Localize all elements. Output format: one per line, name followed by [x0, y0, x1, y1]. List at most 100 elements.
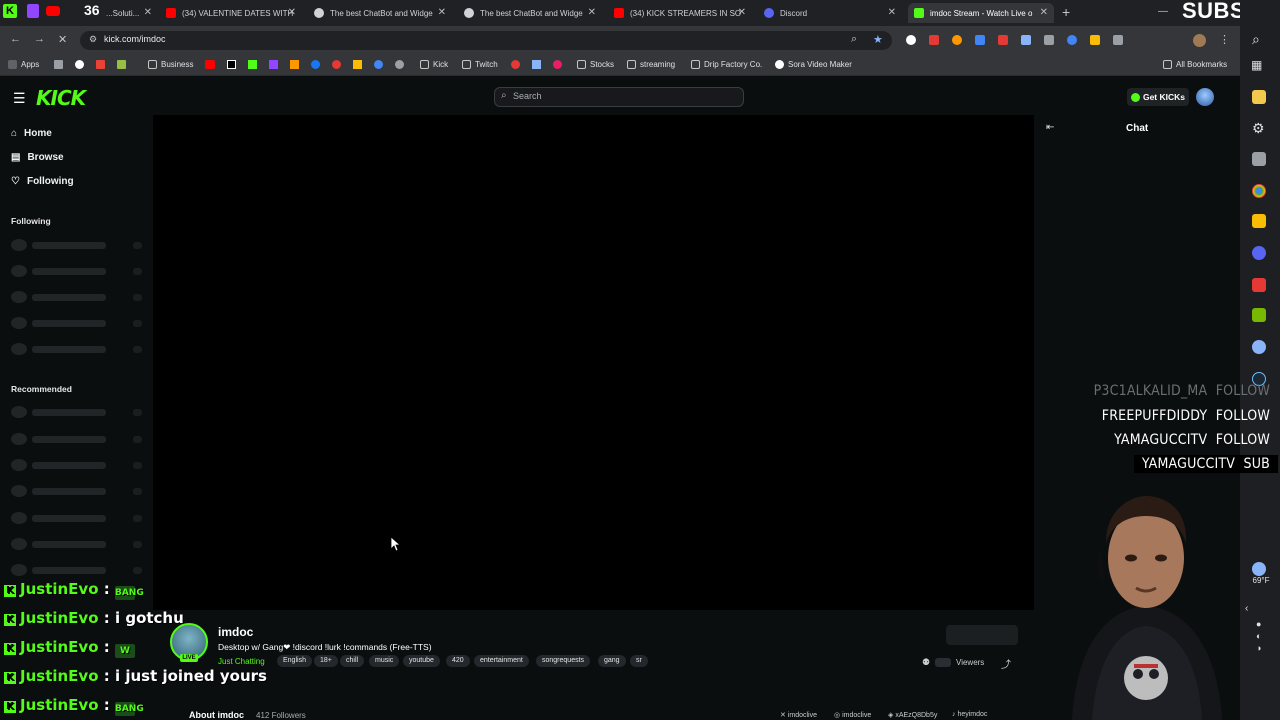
chrome-icon[interactable]	[1252, 184, 1266, 198]
follow-button-placeholder[interactable]	[946, 625, 1018, 645]
shopify-icon[interactable]	[117, 60, 126, 69]
bookmark-streaming[interactable]: streaming	[627, 60, 675, 69]
ext-icon[interactable]	[998, 35, 1008, 45]
tab-2[interactable]: (34) VALENTINE DATES WITH ✕	[160, 3, 302, 23]
ext-icon[interactable]	[532, 60, 541, 69]
get-kicks-button[interactable]: Get KICKs	[1127, 88, 1189, 106]
collapse-chat-icon[interactable]: ⇤	[1046, 122, 1054, 133]
zoom-icon[interactable]: ⌕	[851, 33, 857, 46]
close-icon[interactable]: ✕	[288, 7, 296, 18]
tab-6[interactable]: Discord ✕	[758, 3, 902, 23]
tab-3[interactable]: The best ChatBot and Widge ✕	[308, 3, 452, 23]
sidebar-item-following[interactable]: ♡ Following	[11, 176, 74, 187]
tag-chip[interactable]: entertainment	[474, 655, 529, 667]
back-icon[interactable]: ←	[10, 33, 21, 45]
tag-chip[interactable]: 18+	[314, 655, 338, 667]
tag-chip[interactable]: music	[369, 655, 400, 667]
share-icon[interactable]: ⤴	[1001, 656, 1011, 671]
adobe-icon[interactable]	[1252, 278, 1266, 292]
tab-5[interactable]: (34) KICK STREAMERS IN SO ✕	[608, 3, 752, 23]
tag-chip[interactable]: youtube	[403, 655, 440, 667]
social-link[interactable]: ◎ imdoclive	[834, 711, 871, 719]
bookmark-apps[interactable]: Apps	[8, 60, 39, 69]
youtube-icon[interactable]	[205, 60, 215, 69]
menu-dots-icon[interactable]: ⋮	[1219, 33, 1230, 46]
ext-icon[interactable]	[353, 60, 362, 69]
close-icon[interactable]: ✕	[588, 7, 596, 18]
ext-icon[interactable]	[1044, 35, 1054, 45]
monitor-icon[interactable]	[1252, 152, 1266, 166]
app-icon[interactable]	[1252, 340, 1266, 354]
tag-chip[interactable]: 420	[446, 655, 470, 667]
streamer-name[interactable]: imdoc	[218, 625, 253, 639]
close-icon[interactable]: ✕	[1040, 7, 1048, 18]
ext-icon[interactable]	[374, 60, 383, 69]
profile-avatar[interactable]	[1193, 34, 1206, 47]
tab-7-active[interactable]: imdoc Stream - Watch Live o ✕	[908, 3, 1054, 23]
ext-icon[interactable]	[906, 35, 916, 45]
tab-4[interactable]: The best ChatBot and Widge ✕	[458, 3, 602, 23]
search-icon[interactable]: ⌕	[1252, 31, 1260, 48]
store-icon[interactable]	[1252, 214, 1266, 228]
hamburger-icon[interactable]: ☰	[13, 90, 26, 107]
ext-icon[interactable]	[395, 60, 404, 69]
close-icon[interactable]: ✕	[438, 7, 446, 18]
ext-icon[interactable]	[1090, 35, 1100, 45]
bookmark-drip-factory[interactable]: Drip Factory Co.	[691, 60, 762, 69]
ext-icon[interactable]	[975, 35, 985, 45]
gmail-icon[interactable]	[96, 60, 105, 69]
bookmark-business[interactable]: Business	[148, 60, 193, 69]
minimize-button[interactable]: —	[1158, 6, 1168, 17]
social-link[interactable]: ✕ imdoclive	[780, 711, 817, 719]
bookmark-stocks[interactable]: Stocks	[577, 60, 614, 69]
close-icon[interactable]: ✕	[144, 7, 152, 18]
ext-icon[interactable]	[1021, 35, 1031, 45]
chevron-left-icon[interactable]: ‹	[1245, 603, 1248, 614]
video-player[interactable]	[153, 115, 1034, 610]
stream-category[interactable]: Just Chatting	[218, 657, 265, 666]
site-info-icon[interactable]: ⚙	[89, 34, 97, 45]
social-link[interactable]: ♪ heyimdoc	[952, 711, 987, 718]
sidebar-item-browse[interactable]: ▤ Browse	[11, 152, 64, 163]
ext-icon[interactable]	[332, 60, 341, 69]
ext-icon[interactable]	[553, 60, 562, 69]
nvidia-icon[interactable]	[1252, 308, 1266, 322]
user-avatar[interactable]	[1196, 88, 1214, 106]
extension-icons[interactable]	[906, 35, 1126, 47]
star-icon[interactable]: ★	[873, 33, 883, 46]
tag-chip[interactable]: English	[277, 655, 312, 667]
discord-icon[interactable]	[1252, 246, 1266, 260]
ext-icon[interactable]	[1067, 35, 1077, 45]
tray-icons[interactable]: ● ◐ ◑	[1256, 618, 1261, 654]
ext-icon[interactable]	[511, 60, 520, 69]
bookmark-all[interactable]: All Bookmarks	[1163, 60, 1227, 69]
ext-icon[interactable]	[290, 60, 299, 69]
tag-chip[interactable]: gang	[598, 655, 626, 667]
tag-chip[interactable]: songrequests	[536, 655, 591, 667]
forward-icon[interactable]: →	[34, 33, 45, 45]
ext-icon[interactable]	[952, 35, 962, 45]
bookmark-kick[interactable]: Kick	[420, 60, 448, 69]
url-text[interactable]: kick.com/imdoc	[104, 34, 166, 44]
grid-icon[interactable]	[54, 60, 63, 69]
sidebar-item-home[interactable]: ⌂ Home	[11, 128, 52, 139]
reload-icon[interactable]: ✕	[58, 33, 67, 46]
puzzle-icon[interactable]	[1113, 35, 1123, 45]
address-bar[interactable]	[80, 31, 892, 50]
facebook-icon[interactable]	[311, 60, 320, 69]
bookmark-sora[interactable]: Sora Video Maker	[775, 60, 852, 69]
google-icon[interactable]	[75, 60, 84, 69]
files-icon[interactable]	[1252, 90, 1266, 104]
twitch-icon[interactable]	[269, 60, 278, 69]
kick-logo[interactable]: KICK	[36, 86, 86, 110]
settings-icon[interactable]: ⚙	[1252, 120, 1265, 137]
social-link[interactable]: ◈ xAEzQ8Db5y	[888, 711, 937, 719]
copilot-icon[interactable]: ▦	[1251, 58, 1262, 72]
tag-chip[interactable]: chill	[340, 655, 365, 667]
bookmark-twitch[interactable]: Twitch	[462, 60, 498, 69]
kick-icon[interactable]	[248, 60, 257, 69]
tab-1[interactable]: ...Soluti... ✕	[100, 3, 158, 23]
ext-icon[interactable]	[929, 35, 939, 45]
close-icon[interactable]: ✕	[738, 7, 746, 18]
x-icon[interactable]	[227, 60, 236, 69]
